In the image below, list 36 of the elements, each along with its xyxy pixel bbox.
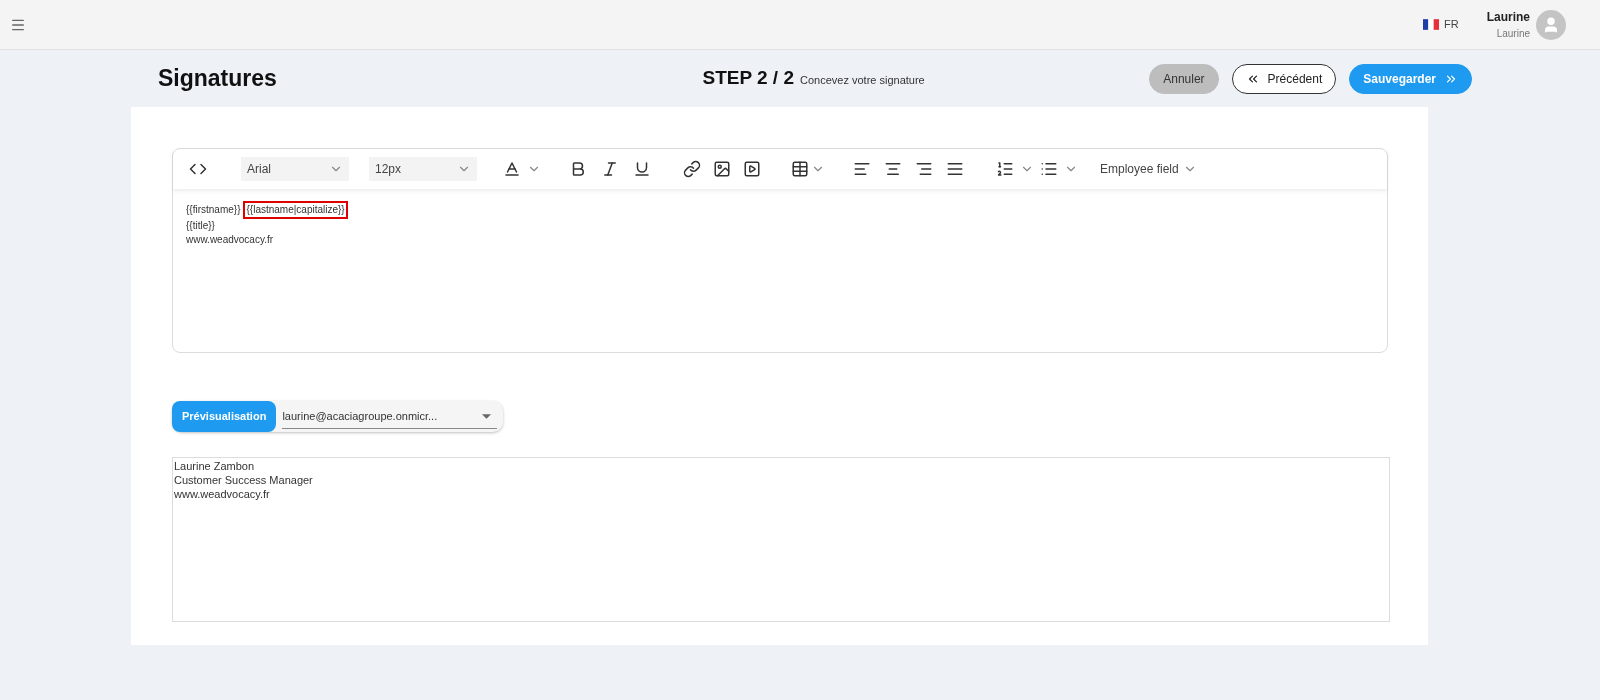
employee-field-menu[interactable]: Employee field bbox=[1100, 160, 1197, 178]
italic-icon[interactable] bbox=[601, 160, 619, 178]
editor-text: www.weadvocacy.fr bbox=[186, 233, 274, 247]
align-right-icon[interactable] bbox=[915, 160, 933, 178]
video-icon[interactable] bbox=[743, 160, 761, 178]
underline-icon[interactable] bbox=[633, 160, 651, 178]
text-color-icon[interactable] bbox=[503, 160, 521, 178]
table-icon[interactable] bbox=[791, 160, 809, 178]
cancel-button[interactable]: Annuler bbox=[1149, 63, 1219, 94]
user-subtitle: Laurine bbox=[1496, 27, 1530, 41]
step-caption: Concevez votre signature bbox=[800, 73, 925, 89]
image-icon[interactable] bbox=[713, 160, 731, 178]
step-indicator: STEP 2 / 2 bbox=[702, 66, 794, 91]
font-select[interactable]: Arial bbox=[241, 157, 349, 181]
align-left-icon[interactable] bbox=[853, 160, 871, 178]
page-title: Signatures bbox=[158, 64, 278, 94]
editor-text: {{title}} bbox=[186, 219, 215, 233]
align-center-icon[interactable] bbox=[884, 160, 902, 178]
editor-text: {{lastname|capitalize}} bbox=[243, 201, 348, 219]
link-icon[interactable] bbox=[683, 160, 701, 178]
preview-line: Laurine Zambon bbox=[174, 459, 256, 473]
language-label[interactable]: FR bbox=[1444, 16, 1459, 33]
size-select[interactable]: 12px bbox=[369, 157, 477, 181]
user-name: Laurine bbox=[1486, 9, 1530, 26]
preview-line: www.weadvocacy.fr bbox=[174, 487, 271, 501]
dropdown-arrow-icon bbox=[482, 413, 492, 419]
email-select[interactable]: laurine@acaciagroupe.onmicr... bbox=[282, 404, 498, 429]
editor-text: {{firstname}} bbox=[186, 203, 241, 217]
align-justify-icon[interactable] bbox=[946, 160, 964, 178]
bullet-list-icon[interactable] bbox=[1040, 160, 1058, 178]
back-button[interactable]: Précédent bbox=[1231, 63, 1337, 94]
numbered-list-icon[interactable] bbox=[996, 160, 1014, 178]
preview-line: Customer Success Manager bbox=[174, 473, 314, 487]
user-icon bbox=[1542, 15, 1560, 34]
editor-area[interactable]: {{firstname}} {{lastname|capitalize}} {{title}} www.weadvocacy.fr bbox=[173, 189, 1387, 352]
france-flag-icon[interactable] bbox=[1423, 19, 1439, 30]
